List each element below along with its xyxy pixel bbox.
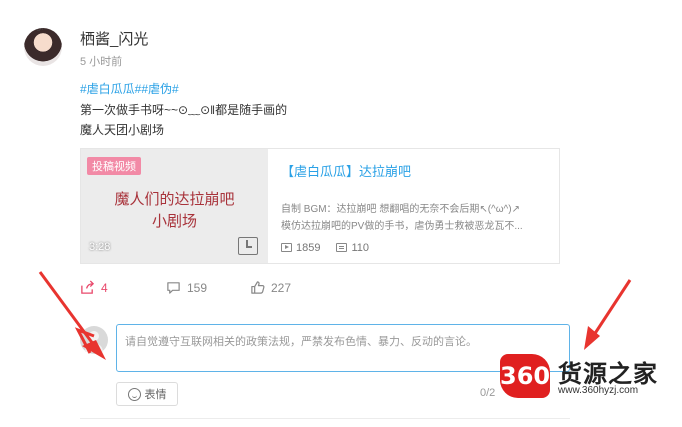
comment-count: 159 [187,280,208,295]
emoji-label: 表情 [144,389,167,401]
share-count: 4 [101,280,108,295]
post-time: 5 小时前 [80,56,123,68]
watermark-text: 货源之家 [558,361,658,388]
cover-title-line-1: 魔人们的达拉崩吧 [114,191,235,208]
annotation-arrow-right-head [584,326,600,350]
watermark-url: www.360hyzj.com [558,385,639,396]
like-button[interactable]: 227 [250,280,291,295]
comment-icon [167,282,180,294]
play-icon [281,243,292,252]
clock-icon[interactable] [238,237,258,255]
post-tags[interactable]: #虐白瓜瓜##虐伪# [80,80,179,97]
video-cover-title: 魔人们的达拉崩吧 小剧场 [81,189,268,233]
commenter-avatar [80,326,108,354]
play-count: 1859 [281,242,320,254]
share-button[interactable]: 4 [80,280,108,295]
divider [80,418,570,419]
post-text-line-2: 魔人天团小剧场 [80,123,165,137]
danmaku-count: 110 [336,242,369,254]
play-count-value: 1859 [296,242,321,254]
user-avatar[interactable]: ᵔᵕᵔ [24,28,62,66]
danmaku-icon [336,243,348,252]
watermark-logo: 360 [500,354,550,398]
like-icon [251,281,265,294]
annotation-arrow-right [590,279,632,339]
video-description: 自制 BGM：达拉崩吧 想翻唱的无奈不会后期↖(^ω^)↗ 模仿达拉崩吧的PV做… [281,201,551,235]
video-card[interactable]: 投稿视频 魔人们的达拉崩吧 小剧场 3:28 【虐白瓜瓜】达拉崩吧 自制 BGM… [80,148,560,264]
cover-title-line-2: 小剧场 [151,213,197,230]
watermark: 360 货源之家 www.360hyzj.com [500,352,678,402]
like-count: 227 [271,280,292,295]
character-counter: 0/2 [480,387,496,399]
video-desc-line-2: 模仿达拉崩吧的PV做的手书，虐伪勇士救被恶龙瓦不... [281,221,523,232]
emoji-button[interactable]: 表情 [116,382,178,406]
comment-button[interactable]: 159 [166,280,207,295]
post-text-line-1: 第一次做手书呀~~⊙﹏⊙‖都是随手画的 [80,103,288,117]
video-badge: 投稿视频 [87,157,141,175]
video-desc-line-1: 自制 BGM：达拉崩吧 想翻唱的无奈不会后期↖(^ω^)↗ [281,204,520,215]
post-username[interactable]: 栖酱_闪光 [80,28,148,49]
video-cover[interactable]: 投稿视频 魔人们的达拉崩吧 小剧场 3:28 [81,149,268,263]
post-actions: 4 159 227 [80,280,380,298]
video-duration: 3:28 [89,241,111,253]
video-title[interactable]: 【虐白瓜瓜】达拉崩吧 [281,161,411,180]
smile-icon [127,387,141,401]
share-icon [81,280,95,294]
danmaku-count-value: 110 [351,242,370,254]
video-stats: 1859 110 [281,242,369,254]
